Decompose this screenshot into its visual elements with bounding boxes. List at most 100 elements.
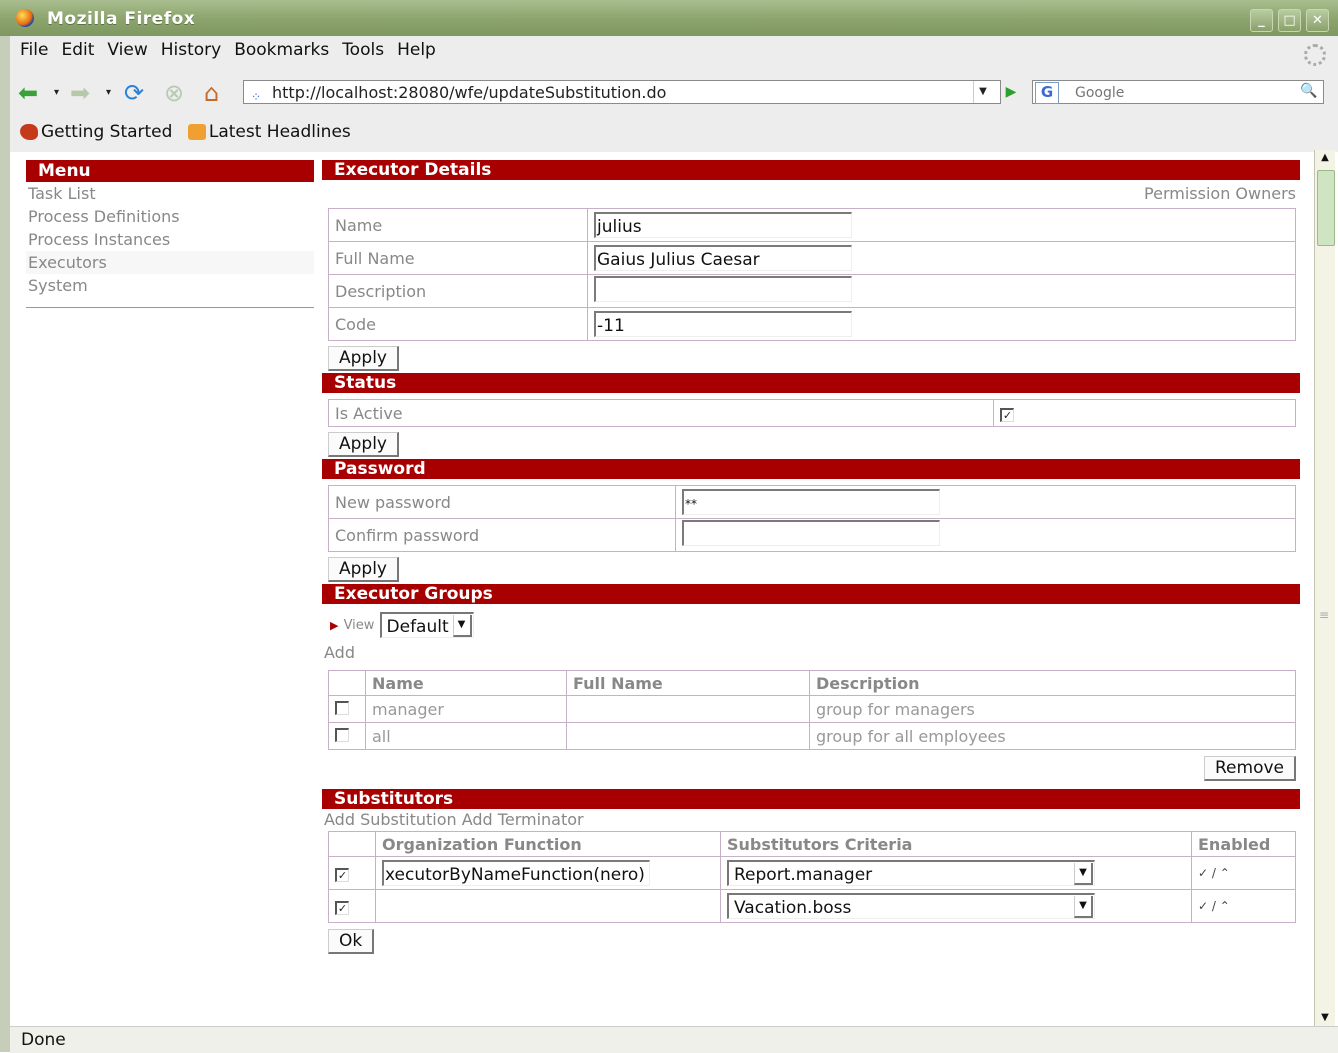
table-row: ✓ Vacation.boss ▼ ✓ / ⌃ [328,889,1296,923]
column-header-enabled: Enabled [1191,831,1296,857]
vertical-scrollbar[interactable]: ▲ ≡ ▼ [1314,150,1335,1026]
chevron-down-icon: ▼ [452,614,472,637]
form-row: Full Name Gaius Julius Caesar [328,241,1296,275]
forward-icon[interactable]: ➡ [70,80,90,106]
full-name-field[interactable]: Gaius Julius Caesar [594,245,852,271]
permission-owners-link[interactable]: Permission Owners [1144,184,1296,203]
enabled-toggle[interactable]: ✓ / ⌃ [1191,889,1296,923]
back-icon[interactable]: ⬅ [18,80,38,106]
field-label: Full Name [328,241,588,275]
menu-view[interactable]: View [107,40,147,60]
add-substitution-link[interactable]: Add Substitution [324,810,457,829]
home-icon[interactable]: ⌂ [204,80,219,106]
sidebar-item-system[interactable]: System [26,274,314,297]
sidebar-item-process-definitions[interactable]: Process Definitions [26,205,314,228]
view-select[interactable]: Default ▼ [379,611,474,638]
table-row: ✓ xecutorByNameFunction(nero) Report.man… [328,856,1296,890]
remove-button[interactable]: Remove [1204,756,1296,781]
expand-arrow-icon[interactable]: ▶ [330,619,338,632]
minimize-button[interactable]: _ [1250,9,1273,32]
sidebar-item-task-list[interactable]: Task List [26,182,314,205]
row-checkbox[interactable]: ✓ [335,900,349,915]
search-input[interactable] [1073,83,1297,103]
scroll-up-icon[interactable]: ▲ [1315,150,1335,166]
executor-apply-button[interactable]: Apply [328,346,399,371]
url-text: http://localhost:28080/wfe/updateSubstit… [272,83,667,102]
bookmark-latest-headlines[interactable]: Latest Headlines [187,122,351,142]
criteria-select[interactable]: Vacation.boss ▼ [727,893,1095,919]
confirm-password-label: Confirm password [328,518,676,552]
row-checkbox[interactable]: ✓ [335,867,349,882]
status-bar: Done [10,1026,1338,1053]
is-active-checkbox[interactable]: ✓ [1000,407,1014,422]
menu-history[interactable]: History [161,40,221,60]
menu-tools[interactable]: Tools [342,40,384,60]
forward-dropdown-icon[interactable]: ▾ [106,80,111,106]
table-header-row: Name Full Name Description [328,670,1296,696]
name-field[interactable]: julius [594,212,852,238]
url-dropdown-icon[interactable]: ▼ [973,81,992,103]
org-function-field[interactable]: xecutorByNameFunction(nero) [382,860,650,886]
enabled-toggle[interactable]: ✓ / ⌃ [1191,856,1296,890]
page-favicon-icon: ⁘ [251,90,262,104]
select-column-header [328,831,376,857]
menu-bookmarks[interactable]: Bookmarks [234,40,329,60]
search-engine-icon[interactable]: G [1035,82,1059,104]
menu-file[interactable]: File [20,40,48,60]
maximize-button[interactable]: □ [1278,9,1301,32]
scrollbar-thumb[interactable] [1317,170,1335,246]
status-apply-button[interactable]: Apply [328,432,399,457]
window-title: Mozilla Firefox [47,9,196,29]
form-row: Name julius [328,208,1296,242]
go-icon[interactable]: ▶ [1000,82,1022,102]
description-field[interactable] [594,276,852,302]
row-checkbox[interactable] [335,700,349,715]
substitutors-header: Substitutors [322,789,1300,809]
add-group-link[interactable]: Add [322,644,1300,670]
executor-details-form: Name julius Full Name Gaius Julius Caesa… [328,208,1296,341]
sidebar-menu: Menu Task List Process Definitions Proce… [26,160,314,308]
view-label[interactable]: View [344,618,375,633]
bookmarks-toolbar: Getting Started Latest Headlines [20,122,361,145]
sidebar-item-executors[interactable]: Executors [26,251,314,274]
group-full-name [566,695,810,723]
throbber-icon [1304,44,1326,66]
add-terminator-link[interactable]: Add Terminator [462,810,584,829]
stop-icon[interactable]: ⊗ [164,80,184,106]
group-description: group for managers [809,695,1296,723]
row-checkbox[interactable] [335,727,349,742]
bookmark-getting-started[interactable]: Getting Started [20,122,172,142]
status-form: Is Active ✓ [328,399,1296,427]
group-description: group for all employees [809,722,1296,750]
new-password-field[interactable]: ** [682,489,940,515]
sidebar-divider [26,307,314,308]
search-icon[interactable]: 🔍 [1297,83,1321,101]
menu-edit[interactable]: Edit [61,40,94,60]
search-box[interactable]: G 🔍 [1032,80,1324,104]
menu-help[interactable]: Help [397,40,436,60]
window-frame [0,36,10,1052]
new-password-label: New password [328,485,676,519]
firefox-bookmark-icon [20,124,38,140]
criteria-select[interactable]: Report.manager ▼ [727,860,1095,886]
sidebar-item-process-instances[interactable]: Process Instances [26,228,314,251]
code-field[interactable]: -11 [594,311,852,337]
group-full-name [566,722,810,750]
reload-icon[interactable]: ⟳ [124,80,144,106]
form-row: Is Active ✓ [328,399,1296,427]
ok-button[interactable]: Ok [328,929,375,954]
close-window-button[interactable]: ✕ [1306,9,1329,32]
form-row: New password ** [328,485,1296,519]
table-row: all group for all employees [328,722,1296,750]
column-header-org-function: Organization Function [375,831,721,857]
url-bar[interactable]: ⁘ http://localhost:28080/wfe/updateSubst… [243,80,1001,104]
scroll-down-icon[interactable]: ▼ [1315,1010,1335,1026]
form-row: Code -11 [328,307,1296,341]
firefox-logo-icon [16,9,34,27]
field-label: Description [328,274,588,308]
password-apply-button[interactable]: Apply [328,557,399,582]
confirm-password-field[interactable] [682,520,940,546]
back-dropdown-icon[interactable]: ▾ [54,80,59,106]
form-row: Description [328,274,1296,308]
column-header-description: Description [809,670,1296,696]
